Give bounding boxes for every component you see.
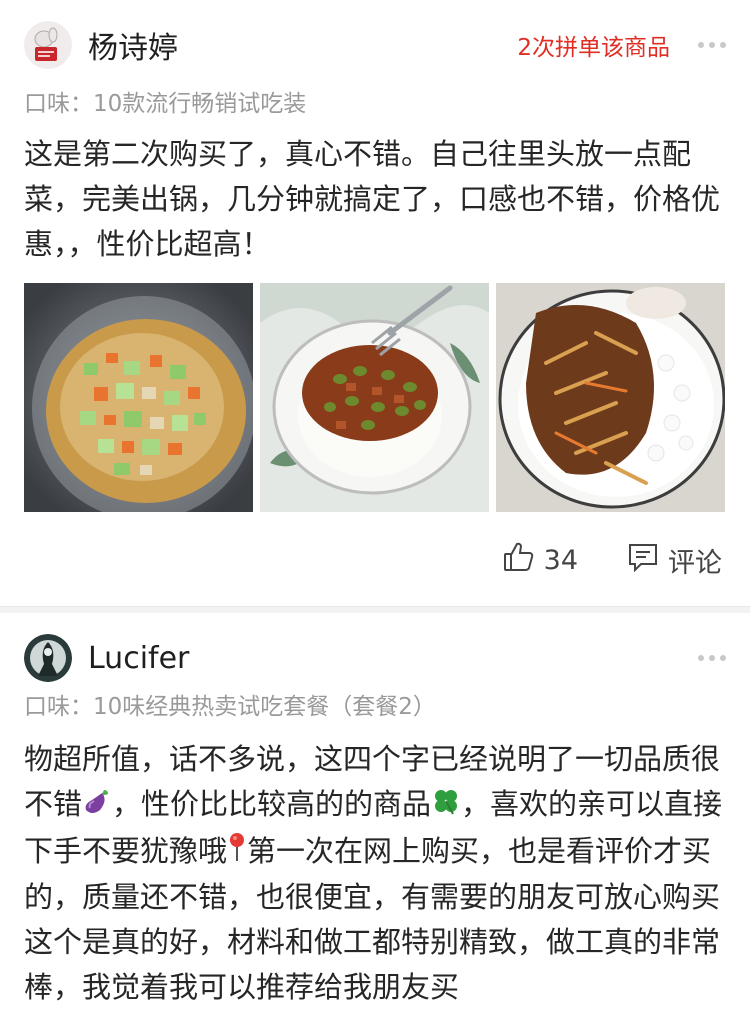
review-header: 杨诗婷 2次拼单该商品 — [24, 20, 726, 70]
review-photo[interactable] — [260, 283, 489, 512]
username[interactable]: 杨诗婷 — [88, 23, 517, 67]
comment-label: 评论 — [668, 548, 722, 579]
review-header: Lucifer — [24, 633, 726, 683]
review-text: 这是第二次购买了，真心不错。自己往里头放一点配菜，完美出锅，几分钟就搞定了，口感… — [24, 137, 721, 261]
thumbs-up-icon — [502, 540, 536, 581]
review-text-part: ，性价比比较高的的商品 — [112, 787, 432, 821]
like-button[interactable]: 34 — [502, 540, 578, 581]
comment-icon — [626, 540, 660, 581]
pushpin-emoji — [227, 830, 247, 875]
review-actions: 34 评论 — [502, 540, 722, 581]
flavor-spec: 口味：10味经典热卖试吃套餐（套餐2） — [24, 694, 436, 720]
review-photos — [24, 283, 725, 512]
eggplant-emoji — [82, 784, 112, 829]
review-card: 杨诗婷 2次拼单该商品 口味：10款流行畅销试吃装 这是第二次购买了，真心不错。… — [0, 0, 750, 606]
more-icon[interactable] — [698, 42, 726, 48]
review-card: Lucifer 口味：10味经典热卖试吃套餐（套餐2） 物超所值，话不多说，这四… — [0, 613, 750, 1029]
four-leaf-clover-emoji — [431, 784, 461, 829]
flavor-spec: 口味：10款流行畅销试吃装 — [24, 91, 307, 117]
avatar[interactable] — [24, 634, 72, 682]
review-text: 物超所值，话不多说，这四个字已经说明了一切品质很不错 ，性价比比较高的的商品 ，喜欢… — [24, 737, 732, 1010]
comment-button[interactable]: 评论 — [626, 540, 722, 581]
like-count: 34 — [543, 545, 578, 576]
review-photo[interactable] — [496, 283, 725, 512]
review-photo[interactable] — [24, 283, 253, 512]
repeat-order-badge: 2次拼单该商品 — [517, 35, 670, 61]
avatar[interactable] — [24, 21, 72, 69]
more-icon[interactable] — [698, 655, 726, 661]
section-divider — [0, 606, 750, 613]
username[interactable]: Lucifer — [88, 641, 698, 676]
